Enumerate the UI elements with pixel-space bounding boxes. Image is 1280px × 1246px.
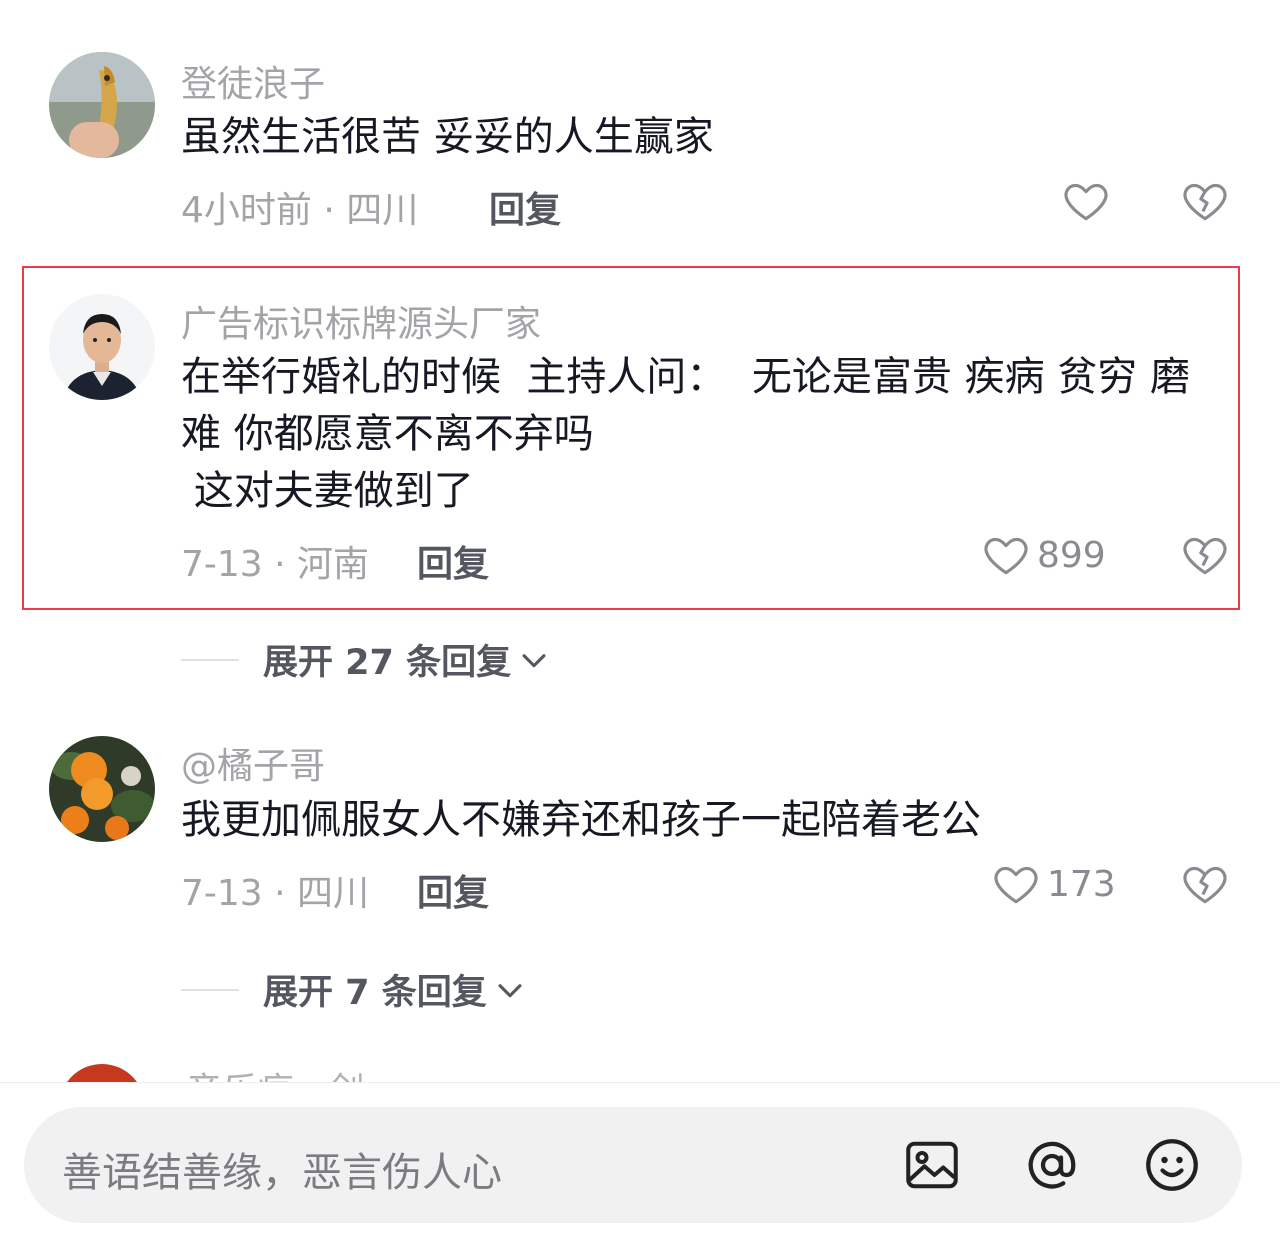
avatar[interactable] (49, 52, 155, 158)
broken-heart-icon (1183, 866, 1227, 904)
broken-heart-icon (1183, 537, 1227, 575)
divider (181, 988, 239, 991)
comment-username[interactable]: @橘子哥 (181, 737, 325, 789)
comment-text: 虽然生活很苦 妥妥的人生赢家 (181, 114, 714, 160)
broken-heart-icon (1183, 183, 1227, 221)
avatar[interactable] (59, 1064, 145, 1082)
comment-text: 在举行婚礼的时候 主持人问： 无论是富贵 疾病 贫穷 磨难 你都愿意不离不弃吗 … (181, 354, 1191, 514)
comment-username[interactable]: 音乐疯 · 剑 (186, 1062, 364, 1082)
comment-page: 登徒浪子 虽然生活很苦 妥妥的人生赢家 4小时前 · 四川 回复 广告标识标牌源… (0, 0, 1280, 1246)
like-button[interactable] (1061, 176, 1111, 226)
comment-meta: 4小时前 · 四川 (181, 190, 419, 231)
emoji-button[interactable] (1142, 1135, 1202, 1195)
dislike-button[interactable] (1180, 859, 1230, 913)
divider (181, 658, 239, 661)
expand-replies-label: 展开 7 条回复 (263, 973, 487, 1013)
comment-input-bar: 善语结善缘，恶言伤人心 (0, 1082, 1280, 1246)
mention-button[interactable] (1022, 1135, 1082, 1195)
like-count: 173 (1047, 863, 1116, 905)
image-icon (906, 1141, 958, 1189)
heart-icon (984, 537, 1028, 575)
at-icon (1028, 1141, 1076, 1189)
reply-button[interactable]: 回复 (417, 864, 489, 916)
avatar[interactable] (49, 294, 155, 400)
comment-input[interactable]: 善语结善缘，恶言伤人心 (24, 1107, 1242, 1223)
like-button[interactable]: 173 (991, 859, 1116, 909)
like-button[interactable]: 899 (981, 530, 1106, 580)
dislike-button[interactable] (1180, 530, 1230, 584)
heart-icon (994, 866, 1038, 904)
reply-button[interactable]: 回复 (489, 181, 561, 233)
comment-username[interactable]: 登徒浪子 (181, 55, 325, 107)
comment-username[interactable]: 广告标识标牌源头厂家 (181, 295, 541, 347)
dislike-button[interactable] (1180, 176, 1230, 230)
reply-button[interactable]: 回复 (417, 535, 489, 587)
comment-item-partial: 音乐疯 · 剑 (0, 1058, 1280, 1082)
emoji-icon (1146, 1139, 1198, 1191)
heart-icon (1064, 183, 1108, 221)
avatar[interactable] (49, 736, 155, 842)
image-button[interactable] (902, 1135, 962, 1195)
comment-text: 我更加佩服女人不嫌弃还和孩子一起陪着老公 (181, 797, 981, 843)
comment-input-placeholder: 善语结善缘，恶言伤人心 (62, 1150, 502, 1196)
expand-replies-label: 展开 27 条回复 (263, 643, 512, 683)
chevron-down-icon (498, 983, 522, 997)
like-count: 899 (1037, 534, 1106, 576)
comment-meta: 7-13 · 河南 (181, 544, 370, 585)
expand-replies-button[interactable]: 展开 27 条回复 (181, 634, 551, 685)
chevron-down-icon (522, 653, 546, 667)
expand-replies-button[interactable]: 展开 7 条回复 (181, 964, 527, 1015)
comment-meta: 7-13 · 四川 (181, 873, 370, 914)
